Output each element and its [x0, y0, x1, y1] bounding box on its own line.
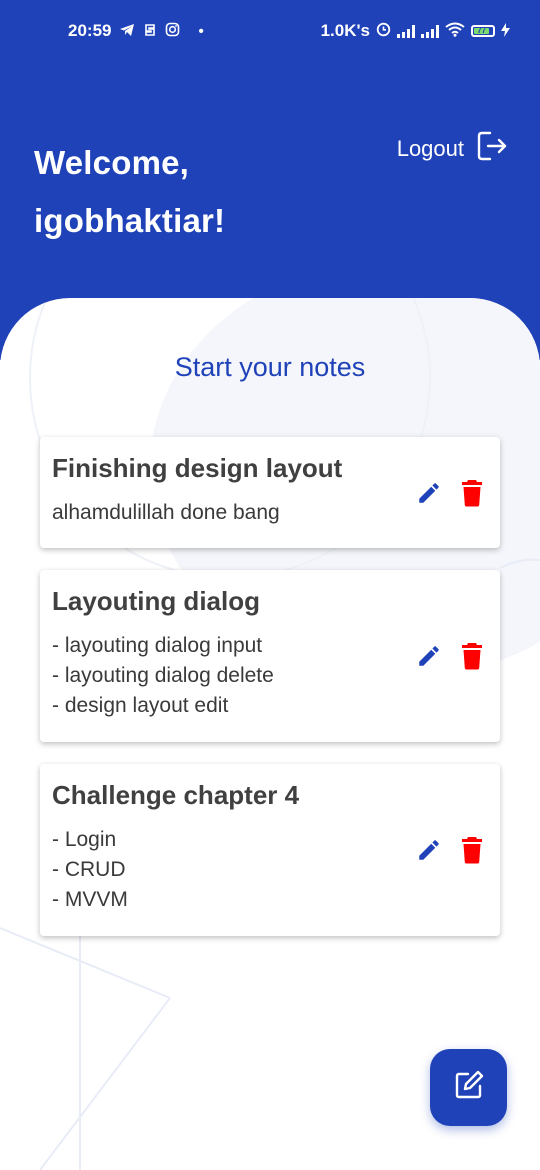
- status-left: 20:59 •: [68, 21, 204, 41]
- note-card[interactable]: Challenge chapter 4 - Login - CRUD - MVV…: [40, 764, 500, 936]
- trash-icon[interactable]: [460, 479, 484, 507]
- network-speed: 1.0K's: [320, 21, 370, 40]
- status-time: 20:59: [68, 21, 112, 40]
- note-actions: [416, 642, 484, 670]
- more-notifications-dot: •: [198, 22, 204, 40]
- note-actions: [416, 479, 484, 507]
- signal-icon-2: [421, 24, 439, 38]
- page-subtitle: Start your notes: [174, 352, 366, 382]
- note-card[interactable]: Layouting dialog - layouting dialog inpu…: [40, 570, 500, 742]
- telegram-icon: [119, 23, 135, 40]
- note-line: - MVVM: [52, 888, 128, 911]
- note-card[interactable]: Finishing design layout alhamdulillah do…: [40, 437, 500, 548]
- alarm-icon: [376, 22, 391, 40]
- notification-icon: [143, 23, 157, 40]
- welcome-heading: Welcome, igobhaktiar!: [34, 134, 225, 250]
- battery-level: 77: [474, 27, 490, 35]
- status-right: 1.0K's 77: [321, 21, 510, 41]
- instagram-icon: [165, 22, 180, 40]
- add-note-button[interactable]: [430, 1049, 507, 1126]
- logout-button[interactable]: Logout: [397, 130, 508, 168]
- wifi-icon: [445, 22, 465, 40]
- edit-note-icon: [452, 1068, 486, 1107]
- pencil-icon[interactable]: [416, 837, 442, 863]
- pencil-icon[interactable]: [416, 480, 442, 506]
- battery-icon: 77: [471, 25, 495, 37]
- note-actions: [416, 836, 484, 864]
- username: igobhaktiar!: [34, 202, 226, 239]
- trash-icon[interactable]: [460, 836, 484, 864]
- pencil-icon[interactable]: [416, 643, 442, 669]
- charging-icon: [501, 22, 510, 40]
- note-line: - design layout edit: [52, 694, 229, 717]
- trash-icon[interactable]: [460, 642, 484, 670]
- logout-icon: [476, 130, 508, 168]
- signal-icon-1: [397, 24, 415, 38]
- logout-label: Logout: [396, 136, 464, 161]
- welcome-line: Welcome,: [34, 144, 190, 181]
- note-title: Challenge chapter 4: [52, 780, 300, 810]
- status-bar: 20:59 • 1.0K's 77: [0, 0, 540, 64]
- note-title: Layouting dialog: [52, 586, 260, 616]
